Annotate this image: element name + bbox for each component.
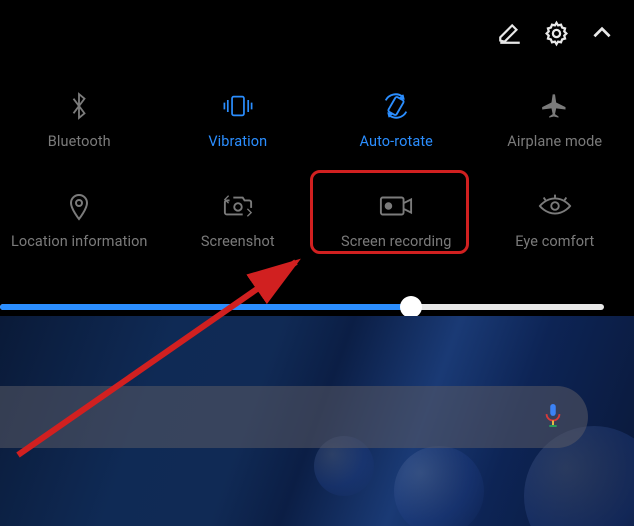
tile-label: Screen recording xyxy=(341,233,452,250)
tile-label: Vibration xyxy=(208,133,267,150)
bluetooth-icon xyxy=(68,91,90,121)
brightness-slider-knob[interactable] xyxy=(400,296,422,318)
edit-icon[interactable] xyxy=(496,19,524,47)
eye-icon xyxy=(538,191,572,221)
tile-label: Bluetooth xyxy=(48,133,111,150)
tile-label: Location information xyxy=(11,233,148,250)
search-bar[interactable] xyxy=(0,386,588,448)
auto-rotate-icon xyxy=(381,91,411,121)
tile-airplane-mode[interactable]: Airplane mode xyxy=(476,76,634,164)
tile-auto-rotate[interactable]: Auto-rotate xyxy=(317,76,476,164)
tile-label: Auto-rotate xyxy=(360,133,433,150)
tile-screen-recording[interactable]: Screen recording xyxy=(317,176,476,264)
brightness-slider[interactable] xyxy=(0,304,604,310)
tile-eye-comfort[interactable]: Eye comfort xyxy=(476,176,634,264)
quick-settings-topbar xyxy=(0,0,634,66)
mic-icon[interactable] xyxy=(542,402,564,432)
home-wallpaper xyxy=(0,316,634,526)
tile-location[interactable]: Location information xyxy=(0,176,159,264)
tile-screenshot[interactable]: Screenshot xyxy=(159,176,318,264)
tile-bluetooth[interactable]: Bluetooth xyxy=(0,76,159,164)
screenshot-icon xyxy=(223,191,253,221)
chevron-up-icon[interactable] xyxy=(588,19,616,47)
tile-vibration[interactable]: Vibration xyxy=(159,76,318,164)
quick-settings-grid: Bluetooth Vibration Auto-rotate Airplane xyxy=(0,66,634,282)
location-pin-icon xyxy=(67,191,91,221)
tile-label: Eye comfort xyxy=(515,233,594,250)
screen-recording-icon xyxy=(379,191,413,221)
gear-icon[interactable] xyxy=(542,19,570,47)
vibration-icon xyxy=(221,91,255,121)
tile-label: Airplane mode xyxy=(507,133,602,150)
airplane-icon xyxy=(541,91,569,121)
brightness-slider-fill xyxy=(0,304,411,310)
tile-label: Screenshot xyxy=(201,233,275,250)
